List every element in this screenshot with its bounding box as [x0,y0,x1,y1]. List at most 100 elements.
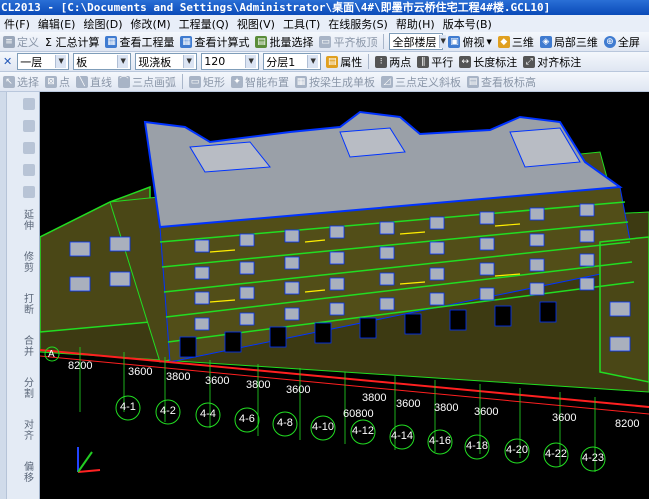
dim-label: 3600 [552,412,577,424]
menu-view[interactable]: 视图(V) [233,16,279,32]
close-icon[interactable]: ✕ [0,53,15,71]
move-icon[interactable] [23,164,35,176]
sidebar-item-extend[interactable]: 延伸 [22,210,36,232]
floor-dropdown[interactable]: 一层 ▼ [17,53,70,70]
rect-button[interactable]: ▭ 矩形 [186,73,228,91]
menu-tools[interactable]: 工具(T) [279,16,324,32]
menu-edit[interactable]: 编辑(E) [34,16,80,32]
category-dropdown[interactable]: 板 ▼ [73,53,132,70]
axis-label: 4-2 [160,405,176,417]
sidebar-item-trim[interactable]: 修剪 [22,252,36,274]
local-3d-button[interactable]: ◈ 局部三维 [537,33,601,51]
point-button[interactable]: ⊠ 点 [42,73,73,91]
dimension-icon: ↔ [459,55,472,68]
view-icon: ▣ [448,35,461,48]
sidebar-item-split[interactable]: 分割 [22,378,36,400]
building-model [40,110,649,473]
axis-label: 4-10 [312,421,335,433]
3d-viewport[interactable]: A 8200 3600 3800 3600 3800 3600 3800 360… [40,92,649,499]
dim-label: 3800 [166,371,191,383]
axis-label: 4-14 [391,430,414,442]
arc-button[interactable]: ⌒ 三点画弧 [115,73,179,91]
define-button[interactable]: ≡ 定义 [0,33,42,51]
layer-dropdown[interactable]: 分层1 ▼ [263,53,322,70]
separator [182,74,183,89]
dim-label: 3800 [246,379,271,391]
chevron-down-icon: ▼ [439,35,446,48]
view-formula-button[interactable]: ▦ 查看计算式 [177,33,252,51]
line-button[interactable]: ╲ 直线 [73,73,115,91]
menu-quantity[interactable]: 工程量(Q) [175,16,233,32]
sidebar-item-break[interactable]: 打断 [22,294,36,316]
window-title: CL2013 - [C:\Documents and Settings\Admi… [0,0,649,15]
dim-label: 3600 [205,375,230,387]
menu-modify[interactable]: 修改(M) [127,16,175,32]
brush-icon[interactable] [23,98,35,110]
sidebar-item-merge[interactable]: 合并 [22,336,36,358]
draw-toolbar: ↖ 选择 ⊠ 点 ╲ 直线 ⌒ 三点画弧 ▭ 矩形 ✦ 智能布置 ▦ 按梁生成单板 ◿ 三点定义… [0,72,649,92]
point-icon: ⊠ [45,75,57,88]
parallel-button[interactable]: ∥ 平行 [414,53,456,71]
sidebar-strip [0,92,7,499]
view-slab-button[interactable]: ▤ 查看板标高 [464,73,539,91]
dim-label: 3600 [286,384,311,396]
chevron-down-icon: ▼ [183,55,195,68]
three-d-button[interactable]: ◆ 三维 [495,33,537,51]
smart-icon: ✦ [231,75,243,88]
align-dimension-icon: ⤢ [523,55,536,68]
select-button[interactable]: ↖ 选择 [0,73,42,91]
define-icon: ≡ [3,35,15,48]
chevron-down-icon: ▼ [307,55,319,68]
property-toolbar: ✕ 一层 ▼ 板 ▼ 现浇板 ▼ 120 ▼ 分层1 ▼ ▤ 属性 ⁝ 两点 ∥ 平行 ↔ 长度标… [0,52,649,72]
generate-icon: ▦ [295,75,307,88]
menu-online[interactable]: 在线服务(S) [324,16,392,32]
chevron-down-icon: ▼ [486,37,492,46]
fullscreen-button[interactable]: ⊕ 全屏 [601,33,643,51]
dim-label: 3600 [474,406,499,418]
sidebar-item-align[interactable]: 对齐 [22,420,36,442]
menu-version[interactable]: 版本号(B) [439,16,496,32]
axis-label: 4-1 [120,401,136,413]
view-quantity-button[interactable]: ▦ 查看工程量 [102,33,177,51]
chevron-down-icon: ▼ [55,55,67,68]
separator [383,34,385,49]
axis-label: 4-23 [582,452,605,464]
sum-button[interactable]: Σ 汇总计算 [42,33,102,51]
dim-label: 3600 [396,398,421,410]
batch-select-button[interactable]: ▤ 批量选择 [252,33,316,51]
flat-board-button[interactable]: ▭ 平齐板顶 [316,33,380,51]
copy-icon[interactable] [23,120,35,132]
type-dropdown[interactable]: 现浇板 ▼ [135,53,198,70]
length-dim-button[interactable]: ↔ 长度标注 [456,53,520,71]
axis-label: 4-6 [239,413,255,425]
axis-label: 4-8 [277,417,293,429]
floor-select[interactable]: 全部楼层 ▼ [389,33,446,50]
two-points-button[interactable]: ⁝ 两点 [372,53,414,71]
menu-file[interactable]: 件(F) [0,16,34,32]
chevron-down-icon: ▼ [245,55,257,68]
slope-icon: ◿ [381,75,393,88]
view-mode-button[interactable]: ▣ 俯视 ▼ [445,33,494,51]
slab-icon: ▤ [467,75,479,88]
smart-layout-button[interactable]: ✦ 智能布置 [228,73,292,91]
table-icon: ▦ [105,35,118,48]
dim-label: 3800 [434,402,459,414]
mirror-icon[interactable] [23,142,35,154]
arc-icon: ⌒ [118,75,130,88]
axis-letter: A [48,349,55,360]
rect-icon: ▭ [189,75,201,88]
thickness-dropdown[interactable]: 120 ▼ [201,53,260,70]
properties-button[interactable]: ▤ 属性 [323,53,365,71]
sidebar-item-offset[interactable]: 偏移 [22,462,36,484]
slope-button[interactable]: ◿ 三点定义斜板 [378,73,464,91]
auto-gen-button[interactable]: ▦ 按梁生成单板 [292,73,378,91]
batch-icon: ▤ [255,35,268,48]
menu-bar: 件(F) 编辑(E) 绘图(D) 修改(M) 工程量(Q) 视图(V) 工具(T… [0,15,649,33]
formula-icon: ▦ [180,35,193,48]
modify-sidebar: 延伸 修剪 打断 合并 分割 对齐 偏移 [0,92,40,499]
chevron-down-icon: ▼ [117,55,129,68]
menu-draw[interactable]: 绘图(D) [79,16,126,32]
menu-help[interactable]: 帮助(H) [392,16,439,32]
rotate-icon[interactable] [23,186,35,198]
align-dim-button[interactable]: ⤢ 对齐标注 [520,53,584,71]
